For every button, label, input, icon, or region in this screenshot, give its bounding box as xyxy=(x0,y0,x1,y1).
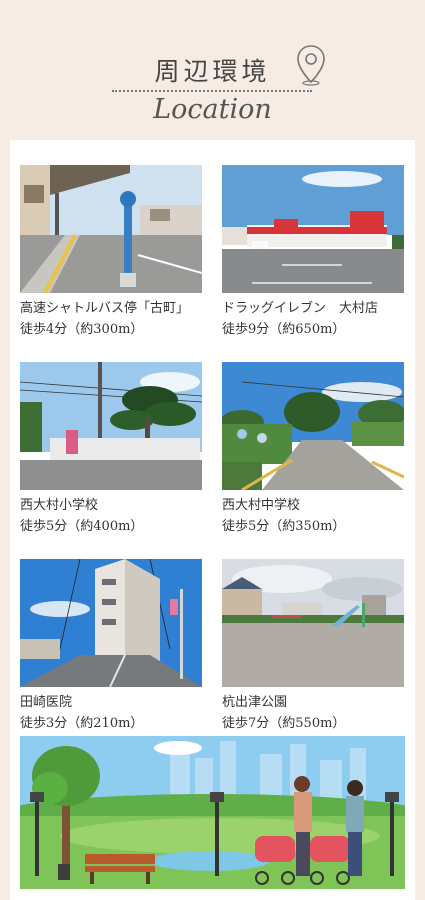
place-card-drugstore[interactable]: ドラッグイレブン 大村店 徒歩9分（約650m） xyxy=(222,165,404,340)
page-header: 周辺環境 Location xyxy=(0,0,425,140)
place-name: 高速シャトルバス停「古町」 xyxy=(20,301,190,316)
place-name: 田崎医院 xyxy=(20,695,73,710)
elementary-school-photo xyxy=(20,362,202,490)
place-name: ドラッグイレブン 大村店 xyxy=(222,301,379,316)
page-subtitle: Location xyxy=(153,94,272,125)
location-pin-icon xyxy=(297,45,325,86)
park-family-illustration xyxy=(20,736,405,889)
place-distance: 徒歩4分（約300m） xyxy=(20,322,144,337)
place-name: 西大村小学校 xyxy=(20,498,99,513)
place-caption: 西大村中学校 徒歩5分（約350m） xyxy=(222,495,404,537)
clinic-photo xyxy=(20,559,202,687)
title-divider xyxy=(112,90,312,92)
place-card-clinic[interactable]: 田崎医院 徒歩3分（約210m） xyxy=(20,559,202,734)
place-distance: 徒歩9分（約650m） xyxy=(222,322,346,337)
place-distance: 徒歩7分（約550m） xyxy=(222,716,346,731)
location-panel: 高速シャトルバス停「古町」 徒歩4分（約300m） ドラッグイレブン 大村店 徒… xyxy=(10,140,415,900)
place-card-park[interactable]: 杭出津公園 徒歩7分（約550m） xyxy=(222,559,404,734)
place-distance: 徒歩3分（約210m） xyxy=(20,716,144,731)
place-distance: 徒歩5分（約400m） xyxy=(20,519,144,534)
place-distance: 徒歩5分（約350m） xyxy=(222,519,346,534)
place-name: 杭出津公園 xyxy=(222,695,288,710)
bus-stop-photo xyxy=(20,165,202,293)
place-name: 西大村中学校 xyxy=(222,498,301,513)
place-card-bus-stop[interactable]: 高速シャトルバス停「古町」 徒歩4分（約300m） xyxy=(20,165,202,340)
drugstore-photo xyxy=(222,165,404,293)
place-caption: 西大村小学校 徒歩5分（約400m） xyxy=(20,495,202,537)
place-caption: 田崎医院 徒歩3分（約210m） xyxy=(20,692,202,734)
place-caption: ドラッグイレブン 大村店 徒歩9分（約650m） xyxy=(222,298,404,340)
place-caption: 高速シャトルバス停「古町」 徒歩4分（約300m） xyxy=(20,298,202,340)
place-card-junior-high-school[interactable]: 西大村中学校 徒歩5分（約350m） xyxy=(222,362,404,537)
place-caption: 杭出津公園 徒歩7分（約550m） xyxy=(222,692,404,734)
place-card-elementary-school[interactable]: 西大村小学校 徒歩5分（約400m） xyxy=(20,362,202,537)
park-photo xyxy=(222,559,404,687)
page-title: 周辺環境 xyxy=(154,57,271,86)
junior-high-school-photo xyxy=(222,362,404,490)
